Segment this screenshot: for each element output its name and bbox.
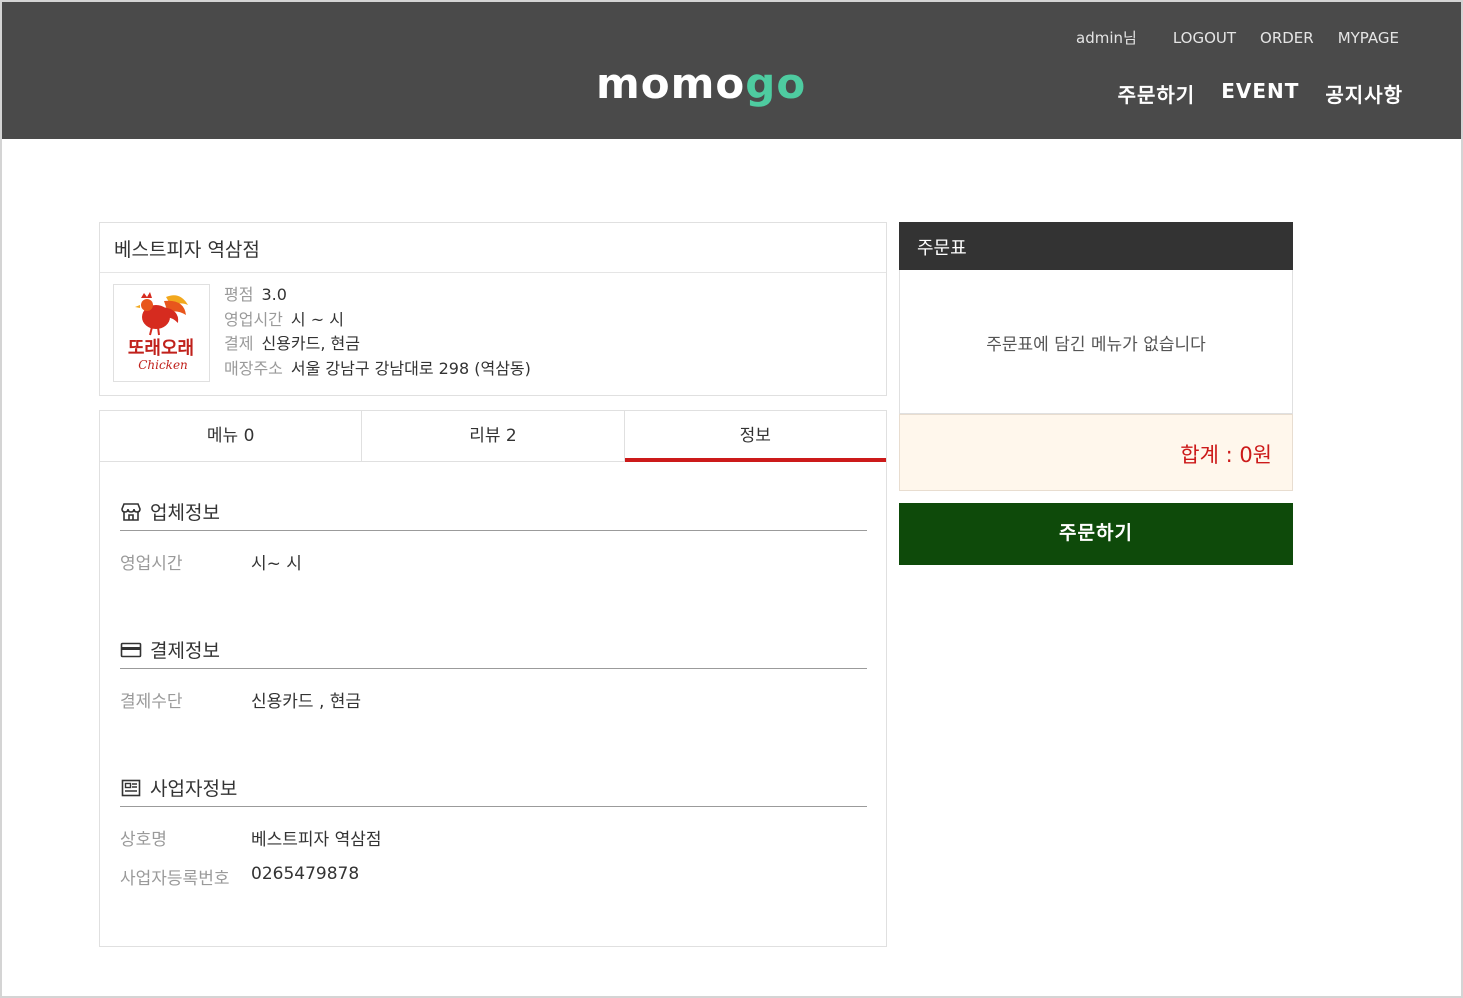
store-logo-image: 또래오래 Chicken: [113, 284, 210, 382]
tab-info[interactable]: 정보: [624, 411, 887, 462]
info-value: 신용카드 , 현금: [251, 692, 362, 712]
info-label: 사업자등록번호: [120, 869, 230, 889]
document-icon: [121, 779, 141, 796]
top-nav: admin님 LOGOUT ORDER MYPAGE: [1076, 27, 1399, 48]
rooster-logo-icon: 또래오래 Chicken: [128, 292, 194, 372]
order-link[interactable]: ORDER: [1260, 29, 1314, 47]
logo-text-accent: go: [745, 59, 807, 108]
logo-text-main: momo: [596, 59, 746, 108]
store-rating-row: 평점 3.0: [224, 283, 531, 308]
section-header: 사업자정보: [120, 769, 867, 807]
store-hours-row: 영업시간 시 ~ 시: [224, 308, 531, 333]
mypage-link[interactable]: MYPAGE: [1338, 29, 1399, 47]
store-payment-row: 결제 신용카드, 현금: [224, 332, 531, 357]
store-name: 베스트피자 역삼점: [100, 223, 886, 273]
info-row: 결제수단 신용카드 , 현금: [120, 687, 867, 712]
info-value: 시~ 시: [251, 554, 302, 574]
hours-label: 영업시간: [224, 309, 283, 329]
place-order-button[interactable]: 주문하기: [899, 503, 1293, 565]
rating-value: 3.0: [261, 285, 287, 304]
tab-menu[interactable]: 메뉴 0: [100, 411, 363, 461]
info-label: 결제수단: [120, 692, 183, 712]
info-value: 0265479878: [251, 864, 360, 884]
store-info-list: 평점 3.0 영업시간 시 ~ 시 결제 신용카드, 현금 매장주소 서울 강남구 강남…: [224, 283, 531, 381]
site-header: momogo admin님 LOGOUT ORDER MYPAGE 주문하기 E…: [2, 2, 1461, 139]
info-label: 상호명: [120, 830, 167, 850]
section-title: 결제정보: [150, 640, 220, 662]
info-panel: 업체정보 영업시간 시~ 시 결제정보 결제수단 신용카드 , 현금 사업자정보…: [99, 461, 887, 947]
store-address-row: 매장주소 서울 강남구 강남대로 298 (역삼동): [224, 357, 531, 382]
payment-value: 신용카드, 현금: [261, 334, 360, 353]
svg-text:또래오래: 또래오래: [128, 338, 194, 359]
section-header: 업체정보: [120, 493, 867, 531]
address-value: 서울 강남구 강남대로 298 (역삼동): [290, 358, 531, 378]
section-title: 업체정보: [150, 502, 220, 524]
logout-link[interactable]: LOGOUT: [1173, 29, 1236, 47]
nav-notice[interactable]: 공지사항: [1325, 79, 1403, 108]
store-summary: 베스트피자 역삼점 또래오래 Chicken 평점 3.0 영업시간 시 ~ 시 결…: [99, 222, 887, 396]
hours-value: 시 ~ 시: [290, 309, 344, 329]
rating-label: 평점: [224, 285, 254, 304]
user-greeting: admin님: [1076, 29, 1137, 47]
main-nav: 주문하기 EVENT 공지사항: [1092, 79, 1403, 108]
section-title: 사업자정보: [150, 778, 238, 800]
svg-text:Chicken: Chicken: [138, 358, 188, 372]
tab-review[interactable]: 리뷰 2: [362, 411, 625, 461]
order-empty-message: 주문표에 담긴 메뉴가 없습니다: [899, 270, 1293, 414]
section-header: 결제정보: [120, 631, 867, 669]
credit-card-icon: [120, 642, 142, 657]
payment-info-section: 결제정보 결제수단 신용카드 , 현금: [120, 631, 867, 712]
order-sheet-title: 주문표: [899, 222, 1293, 270]
info-row: 사업자등록번호 0265479878: [120, 864, 867, 889]
info-value: 베스트피자 역삼점: [251, 830, 382, 850]
owner-info-section: 사업자정보 상호명 베스트피자 역삼점 사업자등록번호 0265479878: [120, 769, 867, 889]
address-label: 매장주소: [224, 358, 283, 378]
nav-event[interactable]: EVENT: [1221, 79, 1299, 108]
info-label: 영업시간: [120, 554, 183, 574]
payment-label: 결제: [224, 334, 254, 353]
store-icon: [121, 502, 141, 521]
info-row: 영업시간 시~ 시: [120, 549, 867, 574]
order-total: 합계 : 0원: [899, 414, 1293, 491]
business-info-section: 업체정보 영업시간 시~ 시: [120, 493, 867, 574]
store-tabs: 메뉴 0 리뷰 2 정보: [99, 410, 887, 462]
momogo-logo[interactable]: momogo: [596, 58, 806, 110]
info-row: 상호명 베스트피자 역삼점: [120, 825, 867, 850]
nav-order[interactable]: 주문하기: [1118, 79, 1196, 108]
